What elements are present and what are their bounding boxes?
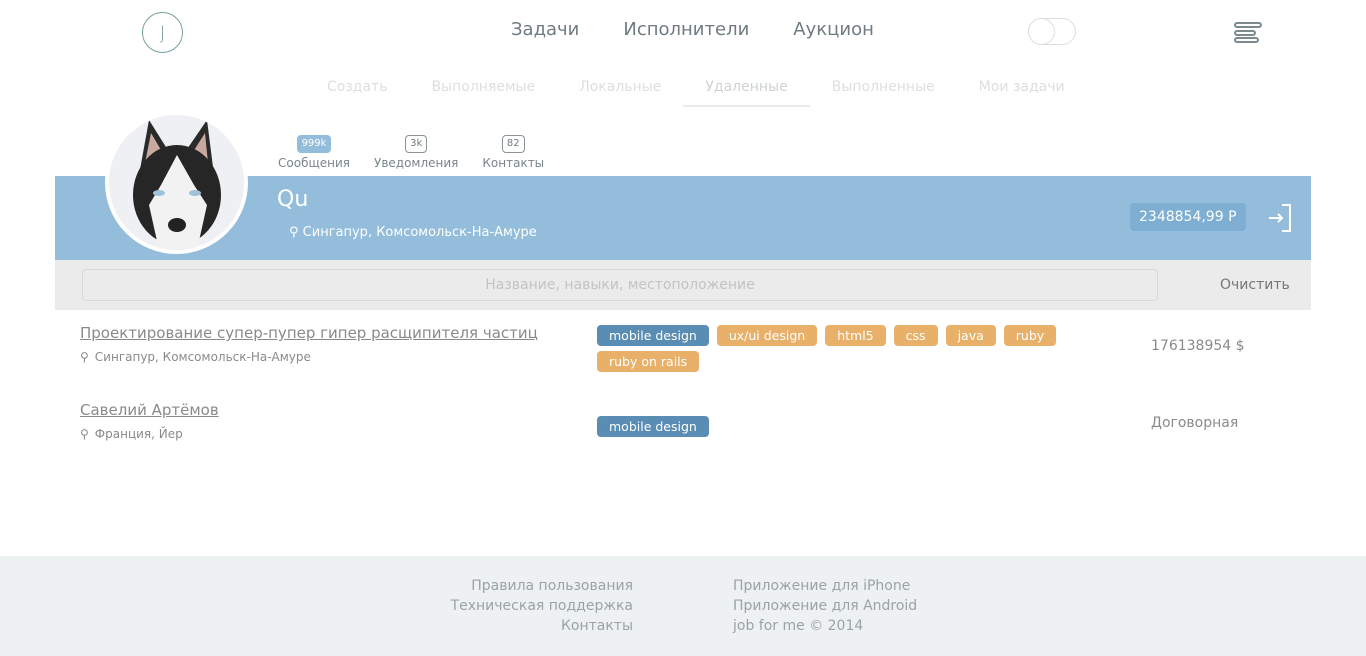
pin-icon: ⚲ bbox=[80, 427, 89, 441]
footer-link-iphone[interactable]: Приложение для iPhone bbox=[733, 576, 917, 596]
counter-label: Сообщения bbox=[278, 156, 351, 170]
footer-link-android[interactable]: Приложение для Android bbox=[733, 596, 917, 616]
task-row: Савелий Артёмов ⚲ Франция, Йер bbox=[80, 401, 219, 441]
tag[interactable]: ux/ui design bbox=[716, 325, 818, 346]
tag[interactable]: ruby bbox=[1003, 325, 1057, 346]
user-name: Qu bbox=[277, 187, 309, 212]
tab-remote[interactable]: Удаленные bbox=[683, 79, 810, 107]
tag[interactable]: ruby on rails bbox=[597, 351, 700, 372]
toggle-knob bbox=[1028, 18, 1055, 45]
task-location: ⚲ Франция, Йер bbox=[80, 427, 219, 441]
pin-icon: ⚲ bbox=[289, 225, 299, 240]
tab-my-tasks[interactable]: Мои задачи bbox=[957, 79, 1087, 107]
task-tags: mobile design bbox=[597, 416, 1067, 437]
pin-icon: ⚲ bbox=[80, 350, 89, 364]
footer-link-terms[interactable]: Правила пользования bbox=[451, 576, 633, 596]
nav-tasks[interactable]: Задачи bbox=[511, 19, 579, 40]
badge: 3k bbox=[405, 135, 428, 153]
main-nav: Задачи Исполнители Аукцион bbox=[511, 19, 874, 40]
task-price: Договорная bbox=[1151, 415, 1239, 431]
badge: 999k bbox=[296, 135, 332, 153]
task-row: Проектирование супер-пупер гипер расщипи… bbox=[80, 324, 538, 364]
task-price: 176138954 $ bbox=[1151, 338, 1245, 354]
nav-auction[interactable]: Аукцион bbox=[793, 19, 874, 40]
search-input[interactable] bbox=[82, 269, 1158, 301]
footer-links-left: Правила пользования Техническая поддержк… bbox=[451, 576, 633, 636]
tab-create[interactable]: Создать bbox=[305, 79, 409, 107]
balance-badge[interactable]: 2348854,99 Р bbox=[1130, 203, 1246, 231]
tab-completed[interactable]: Выполненные bbox=[810, 79, 957, 107]
task-location-text: Сингапур, Комсомольск-На-Амуре bbox=[94, 350, 311, 364]
nav-performers[interactable]: Исполнители bbox=[623, 19, 749, 40]
avatar[interactable] bbox=[105, 111, 248, 254]
profile-counters: 999k Сообщения 3k Уведомления 82 Контакты bbox=[278, 135, 544, 170]
user-location-text: Сингапур, Комсомольск-На-Амуре bbox=[302, 225, 537, 240]
tag[interactable]: css bbox=[893, 325, 938, 346]
tag[interactable]: mobile design bbox=[597, 416, 709, 437]
task-location: ⚲ Сингапур, Комсомольск-На-Амуре bbox=[80, 350, 538, 364]
logo[interactable]: J bbox=[142, 12, 183, 53]
tab-local[interactable]: Локальные bbox=[557, 79, 683, 107]
husky-photo bbox=[109, 115, 244, 250]
menu-icon[interactable] bbox=[1234, 22, 1262, 45]
footer: Правила пользования Техническая поддержк… bbox=[0, 556, 1366, 656]
counter-notifications[interactable]: 3k Уведомления bbox=[374, 135, 458, 170]
counter-messages[interactable]: 999k Сообщения bbox=[278, 135, 350, 170]
badge: 82 bbox=[501, 135, 525, 153]
counter-label: Контакты bbox=[482, 156, 545, 170]
footer-copyright: job for me © 2014 bbox=[733, 618, 864, 634]
user-location: ⚲ Сингапур, Комсомольск-На-Амуре bbox=[289, 225, 537, 240]
task-title-link[interactable]: Савелий Артёмов bbox=[80, 401, 219, 419]
footer-link-support[interactable]: Техническая поддержка bbox=[451, 596, 633, 616]
theme-toggle[interactable] bbox=[1028, 18, 1076, 45]
tag[interactable]: mobile design bbox=[597, 325, 709, 346]
logout-icon[interactable] bbox=[1266, 204, 1292, 236]
tag[interactable]: html5 bbox=[825, 325, 886, 346]
counter-label: Уведомления bbox=[374, 156, 459, 170]
counter-contacts[interactable]: 82 Контакты bbox=[482, 135, 544, 170]
tab-in-progress[interactable]: Выполняемые bbox=[409, 79, 557, 107]
footer-links-right: Приложение для iPhone Приложение для And… bbox=[733, 576, 917, 636]
clear-button[interactable]: Очистить bbox=[1220, 277, 1290, 293]
tag[interactable]: java bbox=[945, 325, 996, 346]
footer-link-contacts[interactable]: Контакты bbox=[451, 616, 633, 636]
task-tags: mobile design ux/ui design html5 css jav… bbox=[597, 325, 1067, 372]
task-location-text: Франция, Йер bbox=[94, 427, 183, 441]
task-title-link[interactable]: Проектирование супер-пупер гипер расщипи… bbox=[80, 324, 538, 342]
sub-nav: Создать Выполняемые Локальные Удаленные … bbox=[305, 79, 1087, 107]
